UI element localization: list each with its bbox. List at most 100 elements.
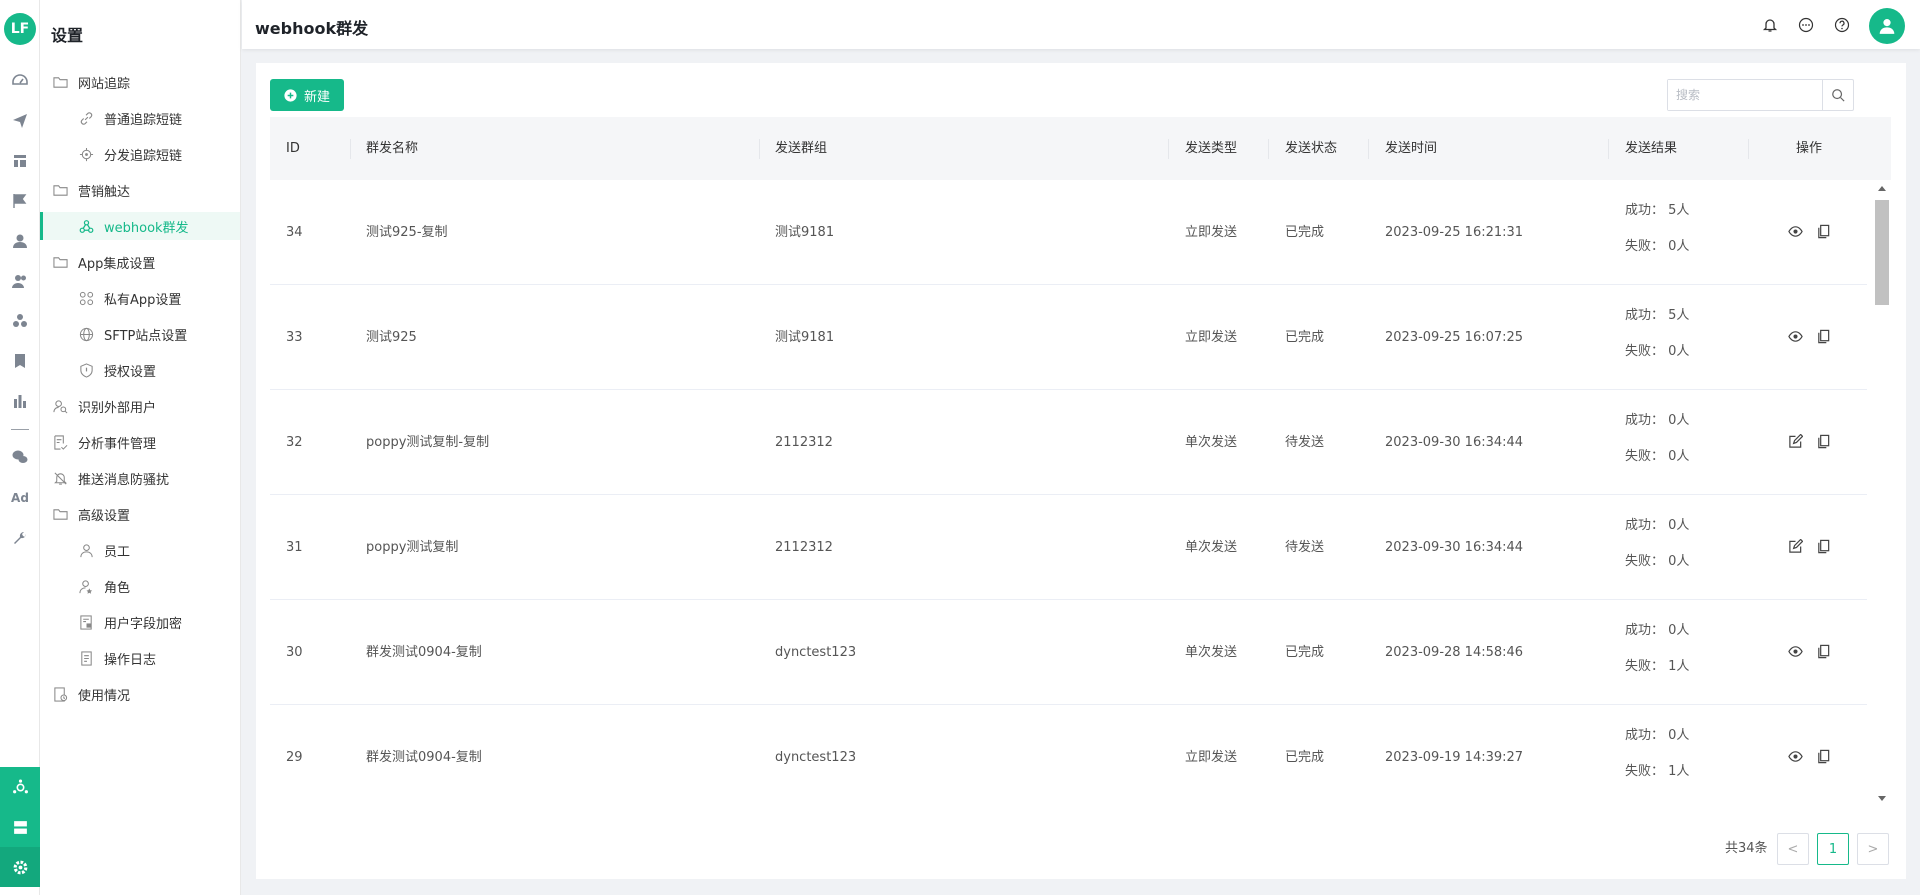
column-divider (350, 139, 351, 159)
column-header-send-time[interactable]: 发送时间 (1385, 117, 1437, 180)
view-icon[interactable] (1787, 748, 1803, 764)
next-page-button[interactable]: > (1857, 833, 1889, 865)
menu-item-field-encryption[interactable]: 用户字段加密 (40, 608, 240, 636)
users-icon[interactable] (10, 271, 30, 291)
column-header-send-result[interactable]: 发送结果 (1625, 117, 1677, 180)
table-row[interactable]: 31 poppy测试复制 2112312 单次发送 待发送 2023-09-30… (270, 495, 1867, 600)
bookmark-icon[interactable] (10, 351, 30, 371)
search-button[interactable] (1822, 80, 1853, 110)
settings-menu: 设置 网站追踪 普通追踪短链 分发追踪短链 营销触达 webhook群发 App… (40, 0, 241, 895)
column-header-name[interactable]: 群发名称 (366, 117, 418, 180)
cell-group: dynctest123 (775, 645, 857, 660)
scroll-up-arrow-icon[interactable] (1878, 186, 1886, 191)
cell-id: 30 (286, 645, 303, 660)
table-row[interactable]: 33 测试925 测试9181 立即发送 已完成 2023-09-25 16:0… (270, 285, 1867, 390)
menu-item-website-tracking[interactable]: 网站追踪 (40, 68, 240, 96)
menu-item-role[interactable]: 角色 (40, 572, 240, 600)
help-icon[interactable] (1832, 15, 1852, 35)
menu-item-identify-external[interactable]: 识别外部用户 (40, 392, 240, 420)
new-button[interactable]: 新建 (270, 79, 344, 111)
menu-item-webhook-broadcast[interactable]: webhook群发 (40, 212, 240, 240)
cell-group: 2112312 (775, 435, 833, 450)
column-divider (1168, 139, 1169, 159)
menu-item-normal-short-link[interactable]: 普通追踪短链 (40, 104, 240, 132)
column-divider (1748, 139, 1749, 159)
table-row[interactable]: 29 群发测试0904-复制 dynctest123 立即发送 已完成 2023… (270, 705, 1867, 807)
menu-item-label: 私有App设置 (104, 292, 182, 308)
menu-item-operation-log[interactable]: 操作日志 (40, 644, 240, 672)
column-header-group[interactable]: 发送群组 (775, 117, 827, 180)
scroll-down-arrow-icon[interactable] (1878, 796, 1886, 801)
copy-icon[interactable] (1815, 433, 1831, 449)
avatar[interactable] (1869, 8, 1905, 44)
cell-success: 成功： 0人 (1625, 728, 1690, 743)
table-row[interactable]: 32 poppy测试复制-复制 2112312 单次发送 待发送 2023-09… (270, 390, 1867, 495)
table-row[interactable]: 30 群发测试0904-复制 dynctest123 单次发送 已完成 2023… (270, 600, 1867, 705)
app-logo[interactable]: LF (4, 13, 36, 45)
menu-title: 设置 (51, 26, 84, 45)
cell-group: 2112312 (775, 540, 833, 555)
menu-item-staff[interactable]: 员工 (40, 536, 240, 564)
page-title: webhook群发 (255, 19, 369, 38)
edit-icon[interactable] (1787, 538, 1803, 554)
settings-icon[interactable] (0, 847, 40, 887)
copy-icon[interactable] (1815, 748, 1831, 764)
notification-bell-icon[interactable] (1760, 15, 1780, 35)
search-input[interactable] (1668, 80, 1822, 110)
user-search-icon (52, 398, 68, 414)
menu-item-label: 普通追踪短链 (104, 112, 183, 128)
row-actions (1787, 748, 1831, 764)
copy-icon[interactable] (1815, 223, 1831, 239)
copy-icon[interactable] (1815, 328, 1831, 344)
menu-item-advanced-settings[interactable]: 高级设置 (40, 500, 240, 528)
table-body: 34 测试925-复制 测试9181 立即发送 已完成 2023-09-25 1… (270, 180, 1891, 807)
cell-send-time: 2023-09-30 16:34:44 (1385, 540, 1524, 555)
wrench-icon[interactable] (10, 528, 30, 548)
wechat-icon[interactable] (10, 447, 30, 467)
user-icon[interactable] (10, 231, 30, 251)
view-icon[interactable] (1787, 328, 1803, 344)
menu-item-label: 用户字段加密 (104, 616, 183, 632)
folder-icon (52, 506, 68, 522)
bar-chart-icon[interactable] (10, 391, 30, 411)
ad-icon[interactable]: Ad (10, 488, 30, 508)
prev-page-button[interactable]: < (1777, 833, 1809, 865)
menu-item-sftp-site[interactable]: SFTP站点设置 (40, 320, 240, 348)
menu-item-marketing-reach[interactable]: 营销触达 (40, 176, 240, 204)
layout-icon[interactable] (10, 151, 30, 171)
server-icon[interactable] (0, 807, 40, 847)
edit-icon[interactable] (1787, 433, 1803, 449)
row-actions (1787, 538, 1831, 554)
search-icon (1832, 89, 1845, 102)
table-row[interactable]: 34 测试925-复制 测试9181 立即发送 已完成 2023-09-25 1… (270, 180, 1867, 285)
column-header-id[interactable]: ID (286, 117, 300, 180)
send-icon[interactable] (10, 111, 30, 131)
cell-send-time: 2023-09-19 14:39:27 (1385, 750, 1524, 765)
column-header-send-type[interactable]: 发送类型 (1185, 117, 1237, 180)
scrollbar-thumb[interactable] (1875, 200, 1889, 305)
group-icon[interactable] (10, 311, 30, 331)
menu-item-private-app[interactable]: 私有App设置 (40, 284, 240, 312)
menu-item-usage[interactable]: 使用情况 (40, 680, 240, 708)
cell-success: 成功： 5人 (1625, 308, 1690, 323)
page-button-current[interactable]: 1 (1817, 833, 1849, 865)
row-actions (1787, 328, 1831, 344)
cell-fail: 失败： 1人 (1625, 764, 1690, 779)
column-header-send-status[interactable]: 发送状态 (1285, 117, 1337, 180)
cell-send-status: 待发送 (1285, 540, 1325, 555)
copy-icon[interactable] (1815, 643, 1831, 659)
dashboard-icon[interactable] (10, 71, 30, 91)
menu-item-push-anti-harass[interactable]: 推送消息防骚扰 (40, 464, 240, 492)
flag-icon[interactable] (10, 191, 30, 211)
menu-item-event-management[interactable]: 分析事件管理 (40, 428, 240, 456)
menu-item-dist-short-link[interactable]: 分发追踪短链 (40, 140, 240, 168)
message-icon[interactable] (1796, 15, 1816, 35)
copy-icon[interactable] (1815, 538, 1831, 554)
menu-item-label: 角色 (104, 580, 131, 596)
view-icon[interactable] (1787, 643, 1803, 659)
table-scrollbar[interactable] (1873, 180, 1891, 807)
menu-item-authorization[interactable]: 授权设置 (40, 356, 240, 384)
view-icon[interactable] (1787, 223, 1803, 239)
menu-item-app-integration[interactable]: App集成设置 (40, 248, 240, 276)
hub-icon[interactable] (0, 767, 40, 807)
